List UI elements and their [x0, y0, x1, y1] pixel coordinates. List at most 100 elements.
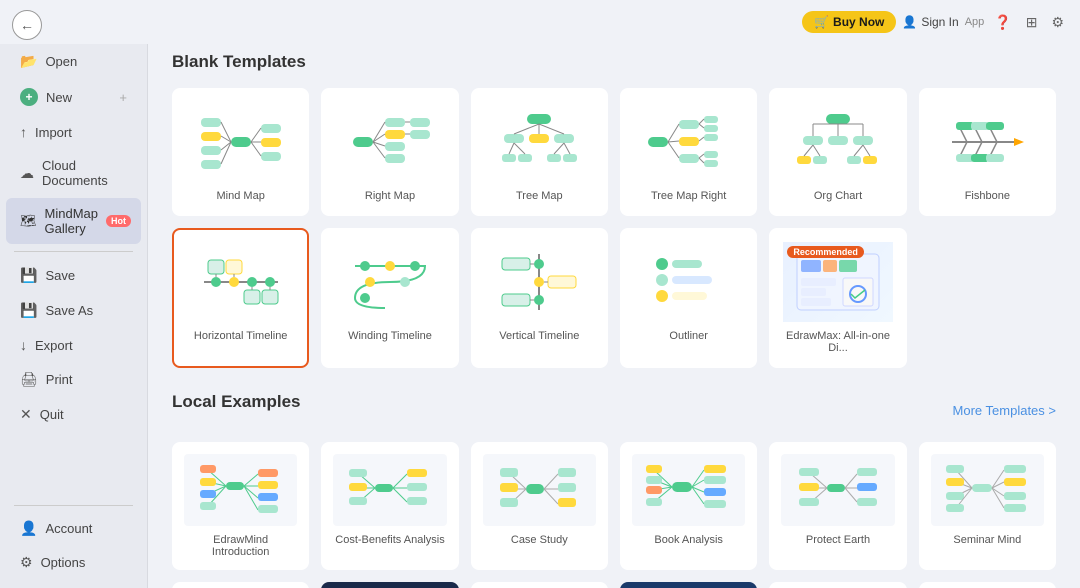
example-card-seminar-mind[interactable]: Seminar Mind [919, 442, 1056, 570]
template-preview-edrawmax: Recommended [783, 242, 892, 322]
sign-in-button[interactable]: 👤 Sign In [902, 15, 958, 29]
template-label-tree-map: Tree Map [516, 190, 563, 202]
sidebar-item-options[interactable]: ⚙ Options [6, 546, 141, 579]
import-icon: ↑ [20, 124, 27, 140]
template-card-right-map[interactable]: Right Map [321, 88, 458, 216]
help-icon-button[interactable]: ❓ [990, 10, 1015, 35]
sidebar-import-label: Import [35, 125, 72, 140]
sidebar-open-label: Open [45, 54, 77, 69]
example-label-book-analysis: Book Analysis [654, 534, 722, 546]
example-preview-case-study [483, 454, 596, 526]
more-templates-link[interactable]: More Templates > [953, 403, 1056, 418]
recommended-badge: Recommended [787, 246, 864, 258]
sidebar-item-account[interactable]: 👤 Account [6, 512, 141, 545]
settings-icon-button[interactable]: ⚙ [1047, 10, 1068, 35]
saveas-icon: 💾 [20, 302, 37, 319]
template-card-outliner[interactable]: Outliner [620, 228, 757, 368]
new-expand-icon: + [119, 90, 127, 105]
local-examples-header: Local Examples More Templates > [172, 392, 1056, 428]
template-preview-right-map [335, 102, 444, 182]
partial-card-1[interactable] [172, 582, 309, 588]
template-label-org-chart: Org Chart [814, 190, 862, 202]
template-card-org-chart[interactable]: Org Chart [769, 88, 906, 216]
example-preview-seminar-mind [931, 454, 1044, 526]
template-card-winding-timeline[interactable]: Winding Timeline [321, 228, 458, 368]
sidebar-item-open[interactable]: 📂 Open [6, 45, 141, 78]
template-label-edrawmax: EdrawMax: All-in-one Di... [783, 330, 892, 354]
template-card-fishbone[interactable]: Fishbone [919, 88, 1056, 216]
example-label-edrawmind-intro: EdrawMind Introduction [184, 534, 297, 558]
template-preview-winding-timeline [335, 242, 444, 322]
example-preview-protect-earth [781, 454, 894, 526]
grid-icon-button[interactable]: ⊞ [1022, 10, 1042, 35]
sidebar-print-label: Print [46, 372, 73, 387]
partial-card-4[interactable] [620, 582, 757, 588]
example-preview-cost-benefits [333, 454, 446, 526]
sidebar-item-saveas[interactable]: 💾 Save As [6, 294, 141, 327]
sidebar-item-save[interactable]: 💾 Save [6, 259, 141, 292]
buy-now-button[interactable]: 🛒 Buy Now [802, 11, 896, 33]
new-plus-icon: + [20, 88, 38, 106]
back-button[interactable]: ← [12, 10, 42, 40]
example-preview-book-analysis [632, 454, 745, 526]
example-card-book-analysis[interactable]: Book Analysis [620, 442, 757, 570]
account-icon: 👤 [20, 520, 37, 537]
sidebar-cloud-label: Cloud Documents [42, 158, 127, 188]
partial-card-6[interactable] [919, 582, 1056, 588]
example-card-case-study[interactable]: Case Study [471, 442, 608, 570]
example-label-seminar-mind: Seminar Mind [953, 534, 1021, 546]
export-icon: ↓ [20, 337, 27, 353]
example-preview-edrawmind-intro [184, 454, 297, 526]
blank-templates-grid: Mind Map [172, 88, 1056, 368]
sidebar-item-quit[interactable]: ✕ Quit [6, 398, 141, 431]
template-label-vertical-timeline: Vertical Timeline [499, 330, 579, 342]
template-preview-horizontal-timeline [186, 242, 295, 322]
sidebar-saveas-label: Save As [45, 303, 93, 318]
sidebar-item-new[interactable]: + New + [6, 80, 141, 114]
template-card-tree-map-right[interactable]: Tree Map Right [620, 88, 757, 216]
app-label: App [965, 16, 985, 28]
partial-card-2[interactable] [321, 582, 458, 588]
template-card-tree-map[interactable]: Tree Map [471, 88, 608, 216]
quit-icon: ✕ [20, 406, 32, 423]
example-card-edrawmind-intro[interactable]: EdrawMind Introduction [172, 442, 309, 570]
template-card-mind-map[interactable]: Mind Map [172, 88, 309, 216]
partial-card-3[interactable] [471, 582, 608, 588]
sidebar-save-label: Save [45, 268, 75, 283]
bottom-partial-row [172, 582, 1056, 588]
template-card-horizontal-timeline[interactable]: Horizontal Timeline [172, 228, 309, 368]
topbar-actions: 🛒 Buy Now 👤 Sign In App ❓ ⊞ ⚙ [802, 10, 1068, 35]
save-icon: 💾 [20, 267, 37, 284]
sidebar-item-mindmap[interactable]: 🗺 MindMap Gallery Hot [6, 198, 141, 244]
sidebar-item-import[interactable]: ↑ Import [6, 116, 141, 148]
sidebar: 📂 Open + New + ↑ Import ☁ Cloud Document… [0, 0, 148, 588]
example-card-protect-earth[interactable]: Protect Earth [769, 442, 906, 570]
template-preview-fishbone [933, 102, 1042, 182]
local-examples-grid: EdrawMind Introduction [172, 442, 1056, 570]
sidebar-item-export[interactable]: ↓ Export [6, 329, 141, 361]
print-icon: 🖨 [20, 371, 38, 388]
mindmap-icon: 🗺 [20, 213, 37, 229]
sidebar-divider-2 [14, 505, 133, 506]
sidebar-divider-1 [14, 251, 133, 252]
cart-icon: 🛒 [814, 15, 829, 29]
example-card-cost-benefits[interactable]: Cost-Benefits Analysis [321, 442, 458, 570]
partial-card-5[interactable] [769, 582, 906, 588]
template-label-right-map: Right Map [365, 190, 415, 202]
cloud-icon: ☁ [20, 165, 34, 182]
template-label-outliner: Outliner [669, 330, 708, 342]
template-preview-tree-map [485, 102, 594, 182]
sidebar-item-cloud[interactable]: ☁ Cloud Documents [6, 150, 141, 196]
template-label-horizontal-timeline: Horizontal Timeline [194, 330, 288, 342]
template-preview-mind-map [186, 102, 295, 182]
hot-badge: Hot [106, 215, 131, 227]
template-preview-outliner [634, 242, 743, 322]
template-card-edrawmax[interactable]: Recommended EdrawMax: All-in-one Di... [769, 228, 906, 368]
sidebar-options-label: Options [41, 555, 86, 570]
open-icon: 📂 [20, 53, 37, 70]
template-preview-org-chart [783, 102, 892, 182]
topbar: 🛒 Buy Now 👤 Sign In App ❓ ⊞ ⚙ [0, 0, 1080, 44]
template-label-winding-timeline: Winding Timeline [348, 330, 432, 342]
template-card-vertical-timeline[interactable]: Vertical Timeline [471, 228, 608, 368]
sidebar-item-print[interactable]: 🖨 Print [6, 363, 141, 396]
